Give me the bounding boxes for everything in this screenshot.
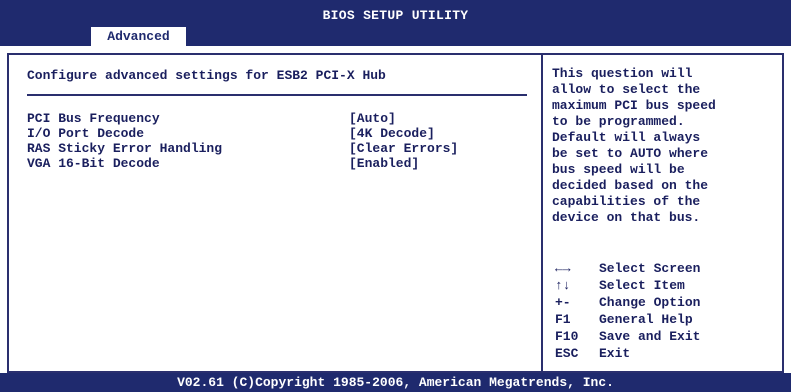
setting-label: RAS Sticky Error Handling bbox=[27, 141, 223, 156]
arrows-vertical-icon: ↑↓ bbox=[555, 278, 571, 293]
setting-value[interactable]: [Enabled] bbox=[349, 156, 419, 171]
key-f1: F1 bbox=[555, 312, 571, 327]
arrows-horizontal-icon: ←→ bbox=[555, 261, 571, 276]
key-desc: General Help bbox=[599, 312, 693, 327]
key-plus-minus: +- bbox=[555, 295, 571, 310]
setting-io-port-decode[interactable]: I/O Port Decode [4K Decode] bbox=[27, 126, 527, 141]
copyright-footer: V02.61 (C)Copyright 1985-2006, American … bbox=[0, 373, 791, 392]
bios-title: BIOS SETUP UTILITY bbox=[322, 8, 469, 23]
setting-value[interactable]: [Clear Errors] bbox=[349, 141, 458, 156]
main-panel: Configure advanced settings for ESB2 PCI… bbox=[7, 53, 784, 373]
setting-label: I/O Port Decode bbox=[27, 126, 145, 141]
key-esc: ESC bbox=[555, 346, 579, 361]
key-f10: F10 bbox=[555, 329, 579, 344]
heading-divider bbox=[27, 94, 527, 96]
help-text: This question will allow to select the m… bbox=[552, 66, 716, 225]
setting-label: VGA 16-Bit Decode bbox=[27, 156, 160, 171]
settings-list: PCI Bus Frequency [Auto] I/O Port Decode… bbox=[27, 111, 527, 171]
key-desc: Save and Exit bbox=[599, 329, 701, 344]
setting-label: PCI Bus Frequency bbox=[27, 111, 160, 126]
section-heading: Configure advanced settings for ESB2 PCI… bbox=[27, 68, 386, 83]
setting-pci-bus-frequency[interactable]: PCI Bus Frequency [Auto] bbox=[27, 111, 527, 126]
setting-ras-sticky-error-handling[interactable]: RAS Sticky Error Handling [Clear Errors] bbox=[27, 141, 527, 156]
key-desc: Select Screen bbox=[599, 261, 701, 276]
key-desc: Change Option bbox=[599, 295, 701, 310]
title-bar: BIOS SETUP UTILITY Advanced bbox=[0, 0, 791, 46]
help-divider bbox=[541, 55, 543, 371]
setting-vga-16-bit-decode[interactable]: VGA 16-Bit Decode [Enabled] bbox=[27, 156, 527, 171]
key-desc: Exit bbox=[599, 346, 631, 361]
setting-value[interactable]: [Auto] bbox=[349, 111, 396, 126]
key-desc: Select Item bbox=[599, 278, 685, 293]
setting-value[interactable]: [4K Decode] bbox=[349, 126, 435, 141]
tab-advanced[interactable]: Advanced bbox=[91, 27, 186, 46]
